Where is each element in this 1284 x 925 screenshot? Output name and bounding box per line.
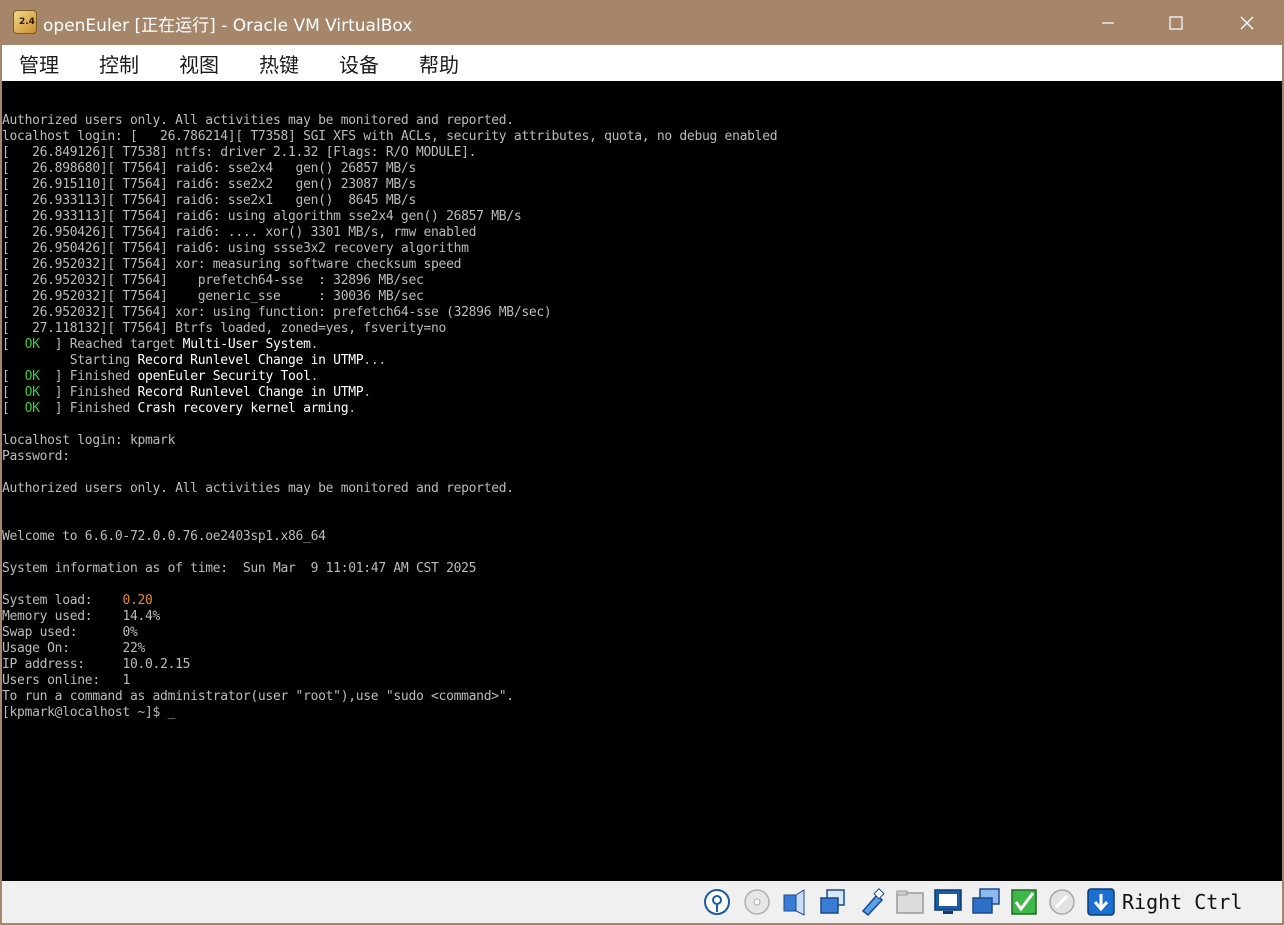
menu-control[interactable]: 控制 xyxy=(99,49,139,78)
password-line: Password: xyxy=(2,449,70,464)
systemd-status-line: [ OK ] Finished openEuler Security Tool. xyxy=(2,369,319,384)
virtualbox-app-icon[interactable]: 2.4 xyxy=(13,10,37,34)
sudo-hint-line: To run a command as administrator(user "… xyxy=(2,689,514,704)
display-icon[interactable] xyxy=(933,887,963,917)
shared-folders-icon[interactable] xyxy=(895,887,925,917)
menu-devices[interactable]: 设备 xyxy=(339,49,379,78)
console-line: [ 26.952032][ T7564] xor: measuring soft… xyxy=(2,257,462,272)
console-line: [ 26.849126][ T7538] ntfs: driver 2.1.32… xyxy=(2,145,477,160)
minimize-button[interactable] xyxy=(1073,0,1143,45)
console-line: [ 26.933113][ T7564] raid6: sse2x1 gen()… xyxy=(2,193,416,208)
title-bar[interactable]: 2.4 openEuler [正在运行] - Oracle VM Virtual… xyxy=(0,0,1284,45)
optical-drive-icon[interactable] xyxy=(742,887,772,917)
host-key-label: Right Ctrl xyxy=(1122,890,1243,914)
recording-icon[interactable] xyxy=(971,887,1001,917)
console-line: [ 26.933113][ T7564] raid6: using algori… xyxy=(2,209,522,224)
network-icon[interactable] xyxy=(818,887,848,917)
close-icon xyxy=(1240,16,1254,29)
maximize-icon xyxy=(1169,15,1183,30)
shell-prompt: [kpmark@localhost ~]$ _ xyxy=(2,705,176,720)
console-line: Authorized users only. All activities ma… xyxy=(2,113,514,128)
app-icon-version: 2.4 xyxy=(19,17,35,27)
menu-machine[interactable]: 管理 xyxy=(19,49,59,78)
console-line: [ 27.118132][ T7564] Btrfs loaded, zoned… xyxy=(2,321,447,336)
audio-icon[interactable] xyxy=(780,887,810,917)
console-line: [ 26.952032][ T7564] xor: using function… xyxy=(2,305,552,320)
status-bar: Right Ctrl xyxy=(2,881,1282,923)
close-button[interactable] xyxy=(1212,0,1282,45)
console-line: [ 26.915110][ T7564] raid6: sse2x2 gen()… xyxy=(2,177,416,192)
vm-display[interactable]: Authorized users only. All activities ma… xyxy=(2,81,1282,881)
console-line: [ 26.952032][ T7564] generic_sse : 30036… xyxy=(2,289,424,304)
systemd-status-line: [ OK ] Finished Record Runlevel Change i… xyxy=(2,385,371,400)
console-line: [ 26.898680][ T7564] raid6: sse2x4 gen()… xyxy=(2,161,416,176)
window-title: openEuler [正在运行] - Oracle VM VirtualBox xyxy=(43,16,413,36)
cpu-icon[interactable] xyxy=(1009,887,1039,917)
console-line: [ 26.952032][ T7564] prefetch64-sse : 32… xyxy=(2,273,424,288)
menu-view[interactable]: 视图 xyxy=(179,49,219,78)
sysinfo-stat: Memory used: 14.4% xyxy=(2,609,161,624)
authorized-notice: Authorized users only. All activities ma… xyxy=(2,481,514,496)
menu-help[interactable]: 帮助 xyxy=(419,49,459,78)
login-line: localhost login: kpmark xyxy=(2,433,176,448)
sysinfo-stat: Swap used: 0% xyxy=(2,625,138,640)
sysinfo-stat: IP address: 10.0.2.15 xyxy=(2,657,191,672)
keyboard-host-icon[interactable] xyxy=(1086,887,1116,917)
minimize-icon xyxy=(1102,21,1114,24)
maximize-button[interactable] xyxy=(1141,0,1211,45)
sysinfo-time-line: System information as of time: Sun Mar 9… xyxy=(2,561,477,576)
virtualbox-window: 2.4 openEuler [正在运行] - Oracle VM Virtual… xyxy=(0,0,1284,925)
mouse-integration-icon[interactable] xyxy=(1047,887,1077,917)
usb-icon[interactable] xyxy=(857,887,887,917)
sysinfo-stat: System load: 0.20 xyxy=(2,593,153,608)
systemd-status-line: [ OK ] Reached target Multi-User System. xyxy=(2,337,319,352)
console-line: localhost login: [ 26.786214][ T7358] SG… xyxy=(2,129,778,144)
sysinfo-stat: Usage On: 22% xyxy=(2,641,146,656)
terminal-cursor: _ xyxy=(167,705,176,720)
sysinfo-stat: Users online: 1 xyxy=(2,673,130,688)
menu-bar: 管理 控制 视图 热键 设备 帮助 xyxy=(2,45,1282,81)
menu-hotkeys[interactable]: 热键 xyxy=(259,49,299,78)
systemd-status-line: Starting Record Runlevel Change in UTMP.… xyxy=(2,353,386,368)
systemd-status-line: [ OK ] Finished Crash recovery kernel ar… xyxy=(2,401,356,416)
console-output: Authorized users only. All activities ma… xyxy=(2,113,778,721)
welcome-line: Welcome to 6.6.0-72.0.0.76.oe2403sp1.x86… xyxy=(2,529,326,544)
console-line: [ 26.950426][ T7564] raid6: .... xor() 3… xyxy=(2,225,477,240)
hard-disk-icon[interactable] xyxy=(702,887,732,917)
console-line: [ 26.950426][ T7564] raid6: using ssse3x… xyxy=(2,241,469,256)
